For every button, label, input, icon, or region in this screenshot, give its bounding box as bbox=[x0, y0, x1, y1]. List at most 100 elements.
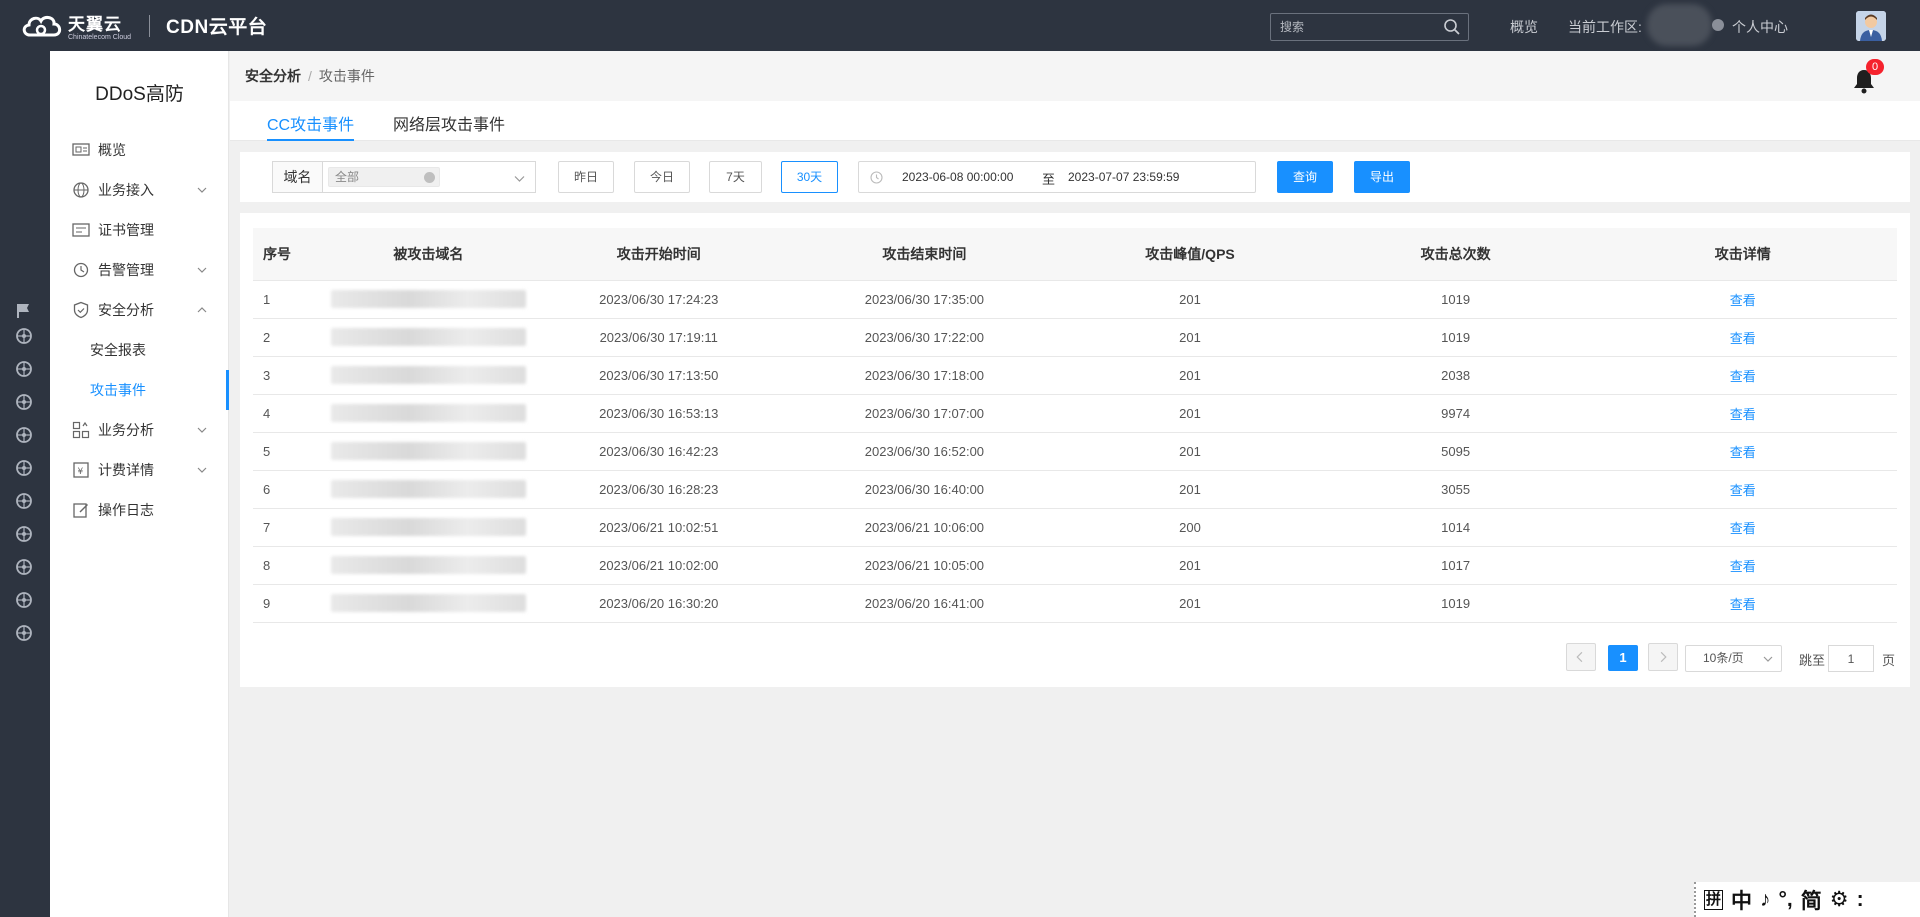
cell-domain-redacted bbox=[330, 432, 526, 471]
cell-start-time: 2023/06/21 10:02:00 bbox=[525, 546, 792, 585]
thirty-days-button[interactable]: 30天 bbox=[781, 161, 838, 193]
cell-end-time: 2023/06/21 10:06:00 bbox=[791, 508, 1058, 547]
rail-icon-5[interactable] bbox=[14, 458, 34, 478]
filter-panel: 域名 全部 昨日 今日 7天 30天 2023-06-08 00:00:00 至… bbox=[240, 152, 1910, 202]
cell-details: 查看 bbox=[1588, 356, 1897, 395]
page-size-value: 10条/页 bbox=[1703, 651, 1744, 665]
next-page-button[interactable] bbox=[1648, 643, 1678, 671]
cell-total-count: 1019 bbox=[1322, 280, 1589, 319]
rail-icon-6[interactable] bbox=[14, 491, 34, 511]
col-header-start-time: 攻击开始时间 bbox=[525, 228, 792, 281]
cell-peak-qps: 200 bbox=[1057, 508, 1323, 547]
sidebar-item-label: 告警管理 bbox=[98, 262, 154, 278]
range-end-value[interactable]: 2023-07-07 23:59:59 bbox=[1068, 170, 1179, 184]
sidebar-subitem-attack-events[interactable]: 攻击事件 bbox=[50, 370, 229, 410]
cell-details: 查看 bbox=[1588, 432, 1897, 471]
search-input[interactable] bbox=[1270, 13, 1469, 41]
ime-more-icon[interactable]: : bbox=[1857, 888, 1864, 912]
sidebar-item-business-access[interactable]: 业务接入 bbox=[50, 170, 229, 210]
ime-pinyin-button[interactable]: 拼 bbox=[1704, 889, 1724, 910]
rail-icon-10[interactable] bbox=[14, 623, 34, 643]
ime-moon-toggle[interactable]: ♪ bbox=[1760, 888, 1771, 912]
view-details-link[interactable]: 查看 bbox=[1730, 445, 1756, 460]
avatar[interactable] bbox=[1856, 11, 1886, 41]
alarm-icon bbox=[73, 262, 89, 278]
rail-icon-3[interactable] bbox=[14, 392, 34, 412]
table-row: 3 2023/06/30 17:13:50 2023/06/30 17:18:00 2… bbox=[253, 356, 1897, 395]
view-details-link[interactable]: 查看 bbox=[1730, 293, 1756, 308]
sidebar-item-business-analysis[interactable]: 业务分析 bbox=[50, 410, 229, 450]
seven-days-button[interactable]: 7天 bbox=[709, 161, 762, 193]
rail-icon-7[interactable] bbox=[14, 524, 34, 544]
shield-icon bbox=[73, 301, 89, 319]
cell-domain-redacted bbox=[330, 470, 526, 509]
sidebar-item-billing[interactable]: ¥ 计费详情 bbox=[50, 450, 229, 490]
cell-peak-qps: 201 bbox=[1057, 546, 1323, 585]
cell-index: 1 bbox=[253, 280, 331, 319]
page-size-select[interactable]: 10条/页 bbox=[1685, 645, 1782, 672]
ime-punctuation-toggle[interactable]: °, bbox=[1779, 888, 1793, 912]
domain-select[interactable]: 全部 bbox=[322, 161, 536, 193]
redacted-domain bbox=[330, 480, 526, 498]
query-button[interactable]: 查询 bbox=[1277, 161, 1333, 193]
cell-end-time: 2023/06/30 17:22:00 bbox=[791, 318, 1058, 357]
page-number-current[interactable]: 1 bbox=[1608, 645, 1638, 671]
cell-domain-redacted bbox=[330, 508, 526, 547]
chart-icon bbox=[72, 421, 90, 439]
attack-events-table: 序号 被攻击域名 攻击开始时间 攻击结束时间 攻击峰值/QPS 攻击总次数 攻击… bbox=[253, 228, 1897, 623]
tab-network-attack-events[interactable]: 网络层攻击事件 bbox=[393, 111, 505, 135]
sidebar-item-label: 证书管理 bbox=[98, 222, 154, 238]
date-range-picker[interactable]: 2023-06-08 00:00:00 至 2023-07-07 23:59:5… bbox=[858, 161, 1256, 193]
chevron-down-icon bbox=[197, 187, 207, 193]
cell-domain-redacted bbox=[330, 356, 526, 395]
cell-details: 查看 bbox=[1588, 470, 1897, 509]
export-button[interactable]: 导出 bbox=[1354, 161, 1410, 193]
rail-icon-4[interactable] bbox=[14, 425, 34, 445]
sidebar-item-overview[interactable]: 概览 bbox=[50, 130, 229, 170]
cell-start-time: 2023/06/30 17:19:11 bbox=[525, 318, 792, 357]
tab-cc-attack-events[interactable]: CC攻击事件 bbox=[267, 111, 354, 135]
view-details-link[interactable]: 查看 bbox=[1730, 597, 1756, 612]
sidebar-item-alarm[interactable]: 告警管理 bbox=[50, 250, 229, 290]
sidebar-item-security-analysis[interactable]: 安全分析 bbox=[50, 290, 229, 330]
ime-settings-icon[interactable]: ⚙ bbox=[1830, 887, 1849, 912]
rail-icon-9[interactable] bbox=[14, 590, 34, 610]
sidebar-item-certificate[interactable]: 证书管理 bbox=[50, 210, 229, 250]
ime-chinese-toggle[interactable]: 中 bbox=[1731, 885, 1752, 915]
ime-toolbar: 拼 中 ♪ °, 简 ⚙ : bbox=[1694, 882, 1920, 917]
ime-simplified-toggle[interactable]: 简 bbox=[1801, 885, 1822, 915]
yesterday-button[interactable]: 昨日 bbox=[558, 161, 614, 193]
today-button[interactable]: 今日 bbox=[634, 161, 690, 193]
cell-details: 查看 bbox=[1588, 318, 1897, 357]
rail-icon-8[interactable] bbox=[14, 557, 34, 577]
view-details-link[interactable]: 查看 bbox=[1730, 521, 1756, 536]
flag-icon[interactable] bbox=[14, 301, 34, 321]
rail-icon-2[interactable] bbox=[14, 359, 34, 379]
table-row: 1 2023/06/30 17:24:23 2023/06/30 17:35:00 2… bbox=[253, 280, 1897, 319]
cell-end-time: 2023/06/21 10:05:00 bbox=[791, 546, 1058, 585]
rail-icon-1[interactable] bbox=[14, 326, 34, 346]
search-icon[interactable] bbox=[1442, 17, 1462, 37]
cell-details: 查看 bbox=[1588, 394, 1897, 433]
sidebar-subitem-security-report[interactable]: 安全报表 bbox=[50, 330, 229, 370]
view-details-link[interactable]: 查看 bbox=[1730, 407, 1756, 422]
sidebar-item-operation-log[interactable]: 操作日志 bbox=[50, 490, 229, 530]
jump-page-input[interactable] bbox=[1828, 645, 1874, 672]
top-nav-overview[interactable]: 概览 bbox=[1510, 17, 1538, 37]
brand-logo[interactable]: 天翼云 Chinatelecom Cloud CDN云平台 bbox=[20, 10, 267, 41]
redacted-domain bbox=[330, 366, 526, 384]
tag-close-icon[interactable] bbox=[424, 172, 435, 183]
view-details-link[interactable]: 查看 bbox=[1730, 331, 1756, 346]
view-details-link[interactable]: 查看 bbox=[1730, 483, 1756, 498]
range-start-value[interactable]: 2023-06-08 00:00:00 bbox=[902, 170, 1013, 184]
view-details-link[interactable]: 查看 bbox=[1730, 559, 1756, 574]
cell-total-count: 1019 bbox=[1322, 584, 1589, 623]
breadcrumb-current: 攻击事件 bbox=[318, 68, 375, 84]
prev-page-button[interactable] bbox=[1566, 643, 1596, 671]
top-nav-profile[interactable]: 个人中心 bbox=[1732, 17, 1788, 37]
sidebar-title: DDoS高防 bbox=[95, 84, 184, 105]
view-details-link[interactable]: 查看 bbox=[1730, 369, 1756, 384]
cell-details: 查看 bbox=[1588, 508, 1897, 547]
breadcrumb-parent[interactable]: 安全分析 bbox=[245, 68, 301, 84]
workspace-label[interactable]: 当前工作区: bbox=[1568, 17, 1642, 37]
